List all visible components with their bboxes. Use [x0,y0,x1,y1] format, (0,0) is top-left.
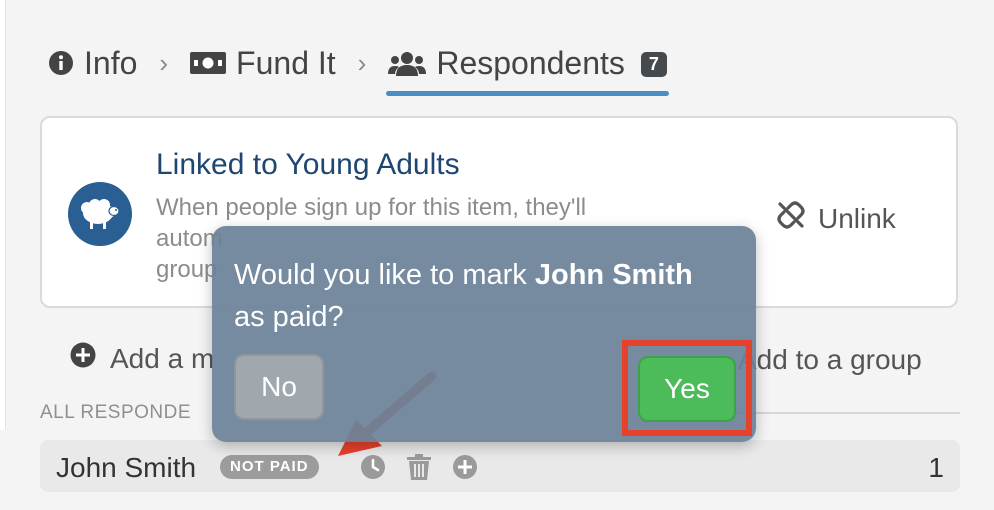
breadcrumb-item-fund-it[interactable]: Fund It [190,45,336,82]
money-bill-icon [190,52,227,74]
users-icon [388,50,427,76]
no-button[interactable]: No [234,354,324,420]
add-respondent-label: Add a m [110,342,215,374]
plus-circle-icon [70,342,96,375]
description-line: When people sign up for this item, they'… [156,194,587,221]
unlink-label: Unlink [818,202,896,234]
breadcrumb-separator: › [159,47,169,78]
respondent-count-badge: 7 [640,51,667,77]
popover-text: as paid? [234,301,344,333]
breadcrumb-item-info[interactable]: Info [48,45,137,82]
popover-name: John Smith [534,259,693,291]
breadcrumb-item-respondents[interactable]: Respondents 7 [386,44,669,96]
breadcrumb-label: Fund It [236,44,336,81]
table-row[interactable]: John Smith NOT PAID 1 [40,440,960,492]
sheep-icon [68,182,132,246]
divider [720,412,960,414]
section-label: ALL RESPONDE [40,402,192,423]
yes-button[interactable]: Yes [638,356,736,422]
linked-group-title: Linked to Young Adults [156,148,460,181]
breadcrumb-separator: › [357,47,367,78]
info-circle-icon [48,50,74,76]
unlink-icon [776,200,806,237]
plus-circle-icon[interactable] [452,454,478,480]
add-to-group-button[interactable]: Add to a group [738,344,922,376]
status-badge[interactable]: NOT PAID [220,455,319,479]
respondents-panel: Info › Fund It › Respondents 7 Linked to… [6,0,994,510]
mark-paid-popover: Would you like to mark John Smith as pai… [212,226,756,442]
respondent-name: John Smith [56,452,197,483]
breadcrumb-label: Respondents [436,44,625,81]
yes-highlight-frame: Yes [622,340,752,436]
add-respondent-button[interactable]: Add a m [70,342,214,375]
breadcrumb-label: Info [84,44,138,81]
respondent-quantity: 1 [928,452,944,483]
breadcrumb: Info › Fund It › Respondents 7 [48,38,669,96]
unlink-button[interactable]: Unlink [776,200,896,237]
popover-message: Would you like to mark John Smith as pai… [234,254,694,338]
popover-text: Would you like to mark [234,259,535,291]
